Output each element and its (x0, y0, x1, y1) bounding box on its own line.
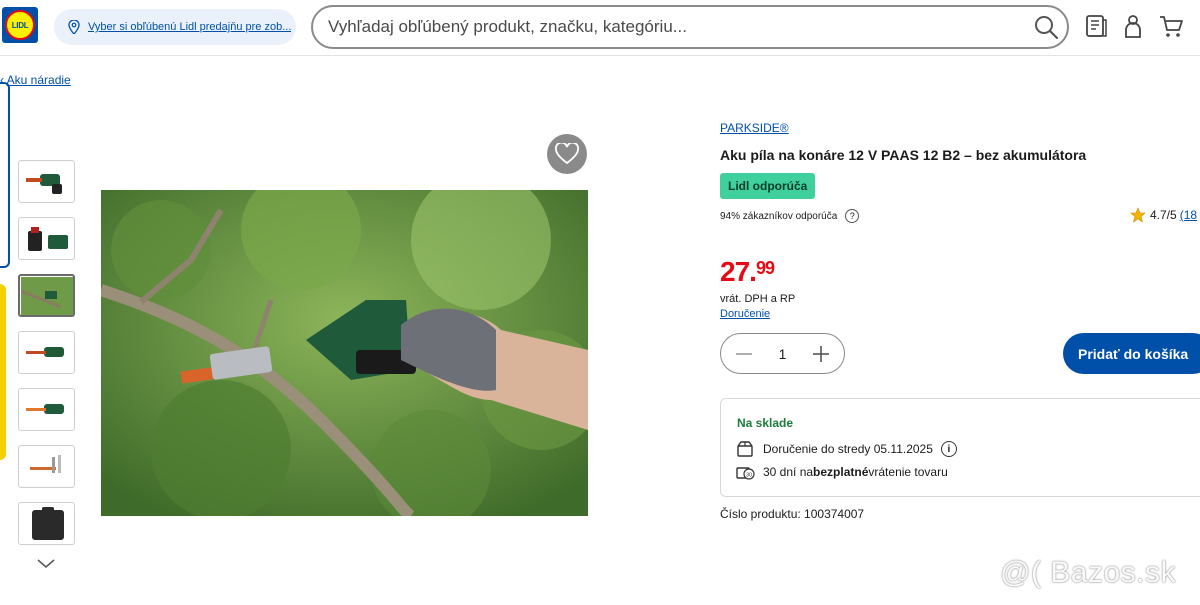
search-bar[interactable]: Vyhľadaj obľúbený produkt, značku, kateg… (311, 5, 1069, 49)
leaflet-icon[interactable] (1083, 13, 1109, 39)
bazos-watermark: @( Bazos.sk (1000, 556, 1176, 589)
stock-info-box: Na sklade Doručenie do stredy 05.11.2025… (720, 398, 1200, 497)
product-main-image[interactable] (101, 190, 588, 516)
thumbnail-5[interactable] (18, 388, 75, 431)
recommend-text: 94% zákazníkov odporúča (720, 210, 838, 222)
search-icon[interactable] (1033, 14, 1059, 40)
info-icon[interactable]: i (940, 441, 957, 457)
product-title: Aku píla na konáre 12 V PAAS 12 B2 – bez… (720, 147, 1087, 163)
thumbnail-6[interactable] (18, 445, 75, 488)
saw-thumb-image (25, 173, 62, 194)
star-icon (1130, 207, 1146, 223)
price-main: 27. (720, 256, 757, 287)
rating-count[interactable]: (18 (1180, 208, 1197, 222)
recommend-row: 94% zákazníkov odporúča ? (720, 209, 860, 223)
user-icon[interactable] (1120, 13, 1146, 39)
thumbnail-3[interactable] (18, 274, 75, 317)
search-input[interactable]: Vyhľadaj obľúbený produkt, značku, kateg… (328, 17, 1033, 37)
thumbnail-7[interactable] (18, 502, 75, 545)
site-header: LIDL Vyber si obľúbenú Lidl predajňu pre… (0, 0, 1200, 56)
rating-value: 4.7/5 (1150, 208, 1177, 222)
question-icon[interactable]: ? (845, 209, 860, 223)
thumbnail-2[interactable] (18, 217, 75, 260)
plus-icon (812, 345, 829, 362)
battery-thumb-image (27, 226, 68, 251)
store-selector[interactable]: Vyber si obľúbenú Lidl predajňu pre zob.… (54, 9, 296, 45)
product-number: Číslo produktu: 100374007 (720, 507, 865, 521)
return-box-icon: 30 (736, 467, 755, 480)
delivery-line: Doručenie do stredy 05.11.2025 i (735, 440, 957, 458)
quantity-value[interactable]: 1 (779, 346, 787, 362)
delivery-date-text: Doručenie do stredy 05.11.2025 (763, 442, 933, 456)
quantity-stepper[interactable]: 1 (720, 333, 845, 374)
price-cents: 99 (755, 258, 775, 278)
delivery-box-icon (737, 441, 753, 457)
increase-button[interactable] (810, 343, 832, 365)
heart-icon (555, 143, 579, 165)
price: 27.99 (720, 256, 775, 288)
breadcrumb-link[interactable]: Aku náradie (7, 73, 71, 87)
thumbnail-list (18, 160, 75, 559)
logo-text: LIDL (11, 20, 29, 30)
product-photo (101, 190, 588, 516)
return-text-suffix: vrátenie tovaru (868, 465, 948, 479)
saw-green-thumb-image (25, 346, 64, 357)
return-line: 30 30 dní na bezplatné vrátenie tovaru (735, 463, 948, 481)
lidl-logo[interactable]: LIDL (2, 7, 38, 43)
add-to-cart-button[interactable]: Pridať do košíka (1063, 333, 1200, 374)
delivery-link[interactable]: Doručenie (720, 308, 770, 320)
blades-thumb-image (29, 454, 61, 473)
recommend-badge: Lidl odporúča (720, 173, 816, 199)
rating[interactable]: 4.7/5 (18 (1130, 207, 1197, 223)
side-panel-yellow (0, 284, 6, 460)
saw-orange-thumb-image (25, 403, 64, 414)
thumbnail-1[interactable] (18, 160, 75, 203)
store-selector-link[interactable]: Vyber si obľúbenú Lidl predajňu pre zob.… (88, 21, 291, 33)
decrease-button[interactable] (733, 343, 755, 365)
chevron-down-icon[interactable] (36, 558, 56, 570)
return-text-bold: bezplatné (813, 465, 869, 479)
stock-status: Na sklade (737, 416, 794, 430)
location-pin-icon (68, 20, 80, 34)
minus-icon (736, 352, 752, 355)
favorite-button[interactable] (547, 134, 587, 174)
cart-icon[interactable] (1158, 13, 1184, 39)
svg-text:30: 30 (746, 473, 752, 479)
thumbnail-4[interactable] (18, 331, 75, 374)
brand-link[interactable]: PARKSIDE® (720, 121, 789, 135)
vat-text: vrát. DPH a RP (720, 293, 796, 305)
breadcrumb: ‹ Aku náradie (0, 73, 71, 87)
return-text-prefix: 30 dní na (763, 465, 814, 479)
case-thumb-image (31, 506, 64, 540)
side-panel-frame (0, 82, 10, 268)
branch-thumb-image (20, 276, 73, 315)
